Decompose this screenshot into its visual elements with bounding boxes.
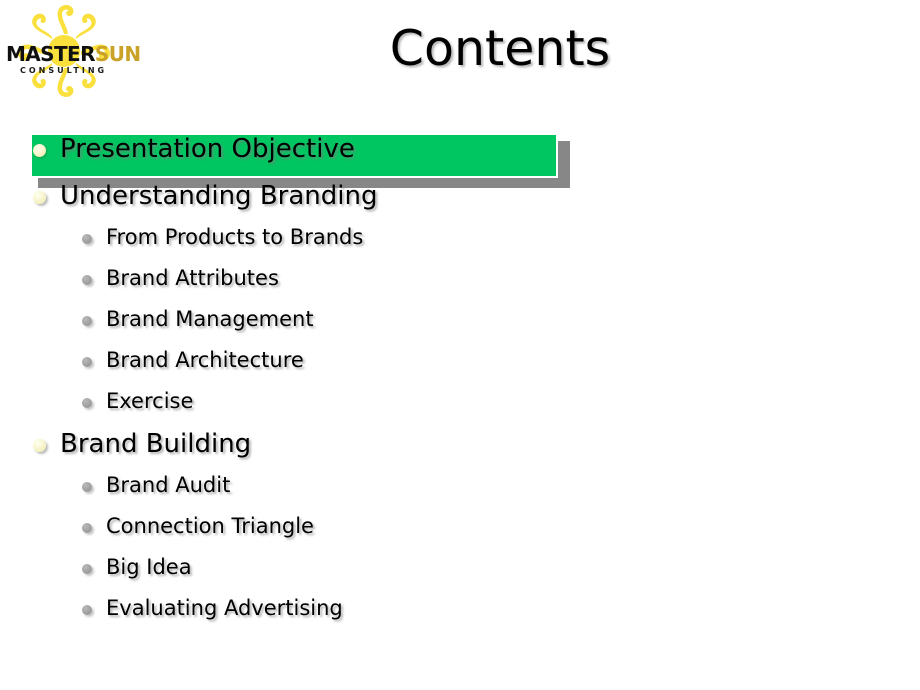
contents-item-label: Understanding Branding [60, 181, 378, 211]
contents-item[interactable]: Understanding Branding [0, 179, 920, 221]
logo-word-master: MASTER [6, 42, 95, 66]
contents-item[interactable]: Brand Attributes [0, 263, 920, 305]
contents-item-label: Presentation Objective [60, 134, 355, 164]
contents-item[interactable]: Brand Audit [0, 470, 920, 512]
bullet-circle-gray-icon [82, 234, 92, 244]
contents-item[interactable]: Brand Building [0, 427, 920, 469]
contents-item[interactable]: Presentation Objective [0, 118, 920, 188]
slide-title: Contents [389, 20, 611, 77]
mastersun-consulting-logo: MASTERSUN CONSULTING [0, 0, 141, 108]
contents-item-label: Brand Attributes [106, 266, 279, 290]
contents-item-label: Brand Audit [106, 473, 231, 497]
contents-item-label: Exercise [106, 389, 194, 413]
bullet-circle-gray-icon [82, 316, 92, 326]
contents-item[interactable]: Big Idea [0, 552, 920, 594]
bullet-circle-gray-icon [82, 523, 92, 533]
contents-list: Presentation Objective Understanding Bran… [0, 110, 920, 690]
contents-item[interactable]: Evaluating Advertising [0, 593, 920, 635]
bullet-circle-cream-icon [33, 144, 46, 157]
contents-item[interactable]: Brand Architecture [0, 345, 920, 387]
logo-wordmark: MASTERSUN CONSULTING [6, 42, 141, 78]
bullet-circle-cream-icon [33, 439, 46, 452]
presentation-slide: MASTERSUN CONSULTING Contents Presentati… [0, 0, 920, 690]
contents-item-label: Brand Architecture [106, 348, 304, 372]
bullet-circle-gray-icon [82, 357, 92, 367]
contents-item[interactable]: Exercise [0, 386, 920, 428]
contents-item-label: Evaluating Advertising [106, 596, 343, 620]
bullet-circle-gray-icon [82, 482, 92, 492]
bullet-circle-cream-icon [33, 191, 46, 204]
contents-item[interactable]: Connection Triangle [0, 511, 920, 553]
contents-item-label: Brand Building [60, 429, 252, 459]
bullet-circle-gray-icon [82, 275, 92, 285]
bullet-circle-gray-icon [82, 398, 92, 408]
contents-item[interactable]: Brand Management [0, 304, 920, 346]
bullet-circle-gray-icon [82, 605, 92, 615]
bullet-circle-gray-icon [82, 564, 92, 574]
contents-item-label: Big Idea [106, 555, 192, 579]
logo-word-consulting: CONSULTING [20, 66, 108, 75]
contents-item-label: From Products to Brands [106, 225, 364, 249]
contents-item-label: Brand Management [106, 307, 314, 331]
contents-item-label: Connection Triangle [106, 514, 314, 538]
contents-item[interactable]: From Products to Brands [0, 222, 920, 264]
logo-word-sun: SUN [94, 42, 141, 66]
